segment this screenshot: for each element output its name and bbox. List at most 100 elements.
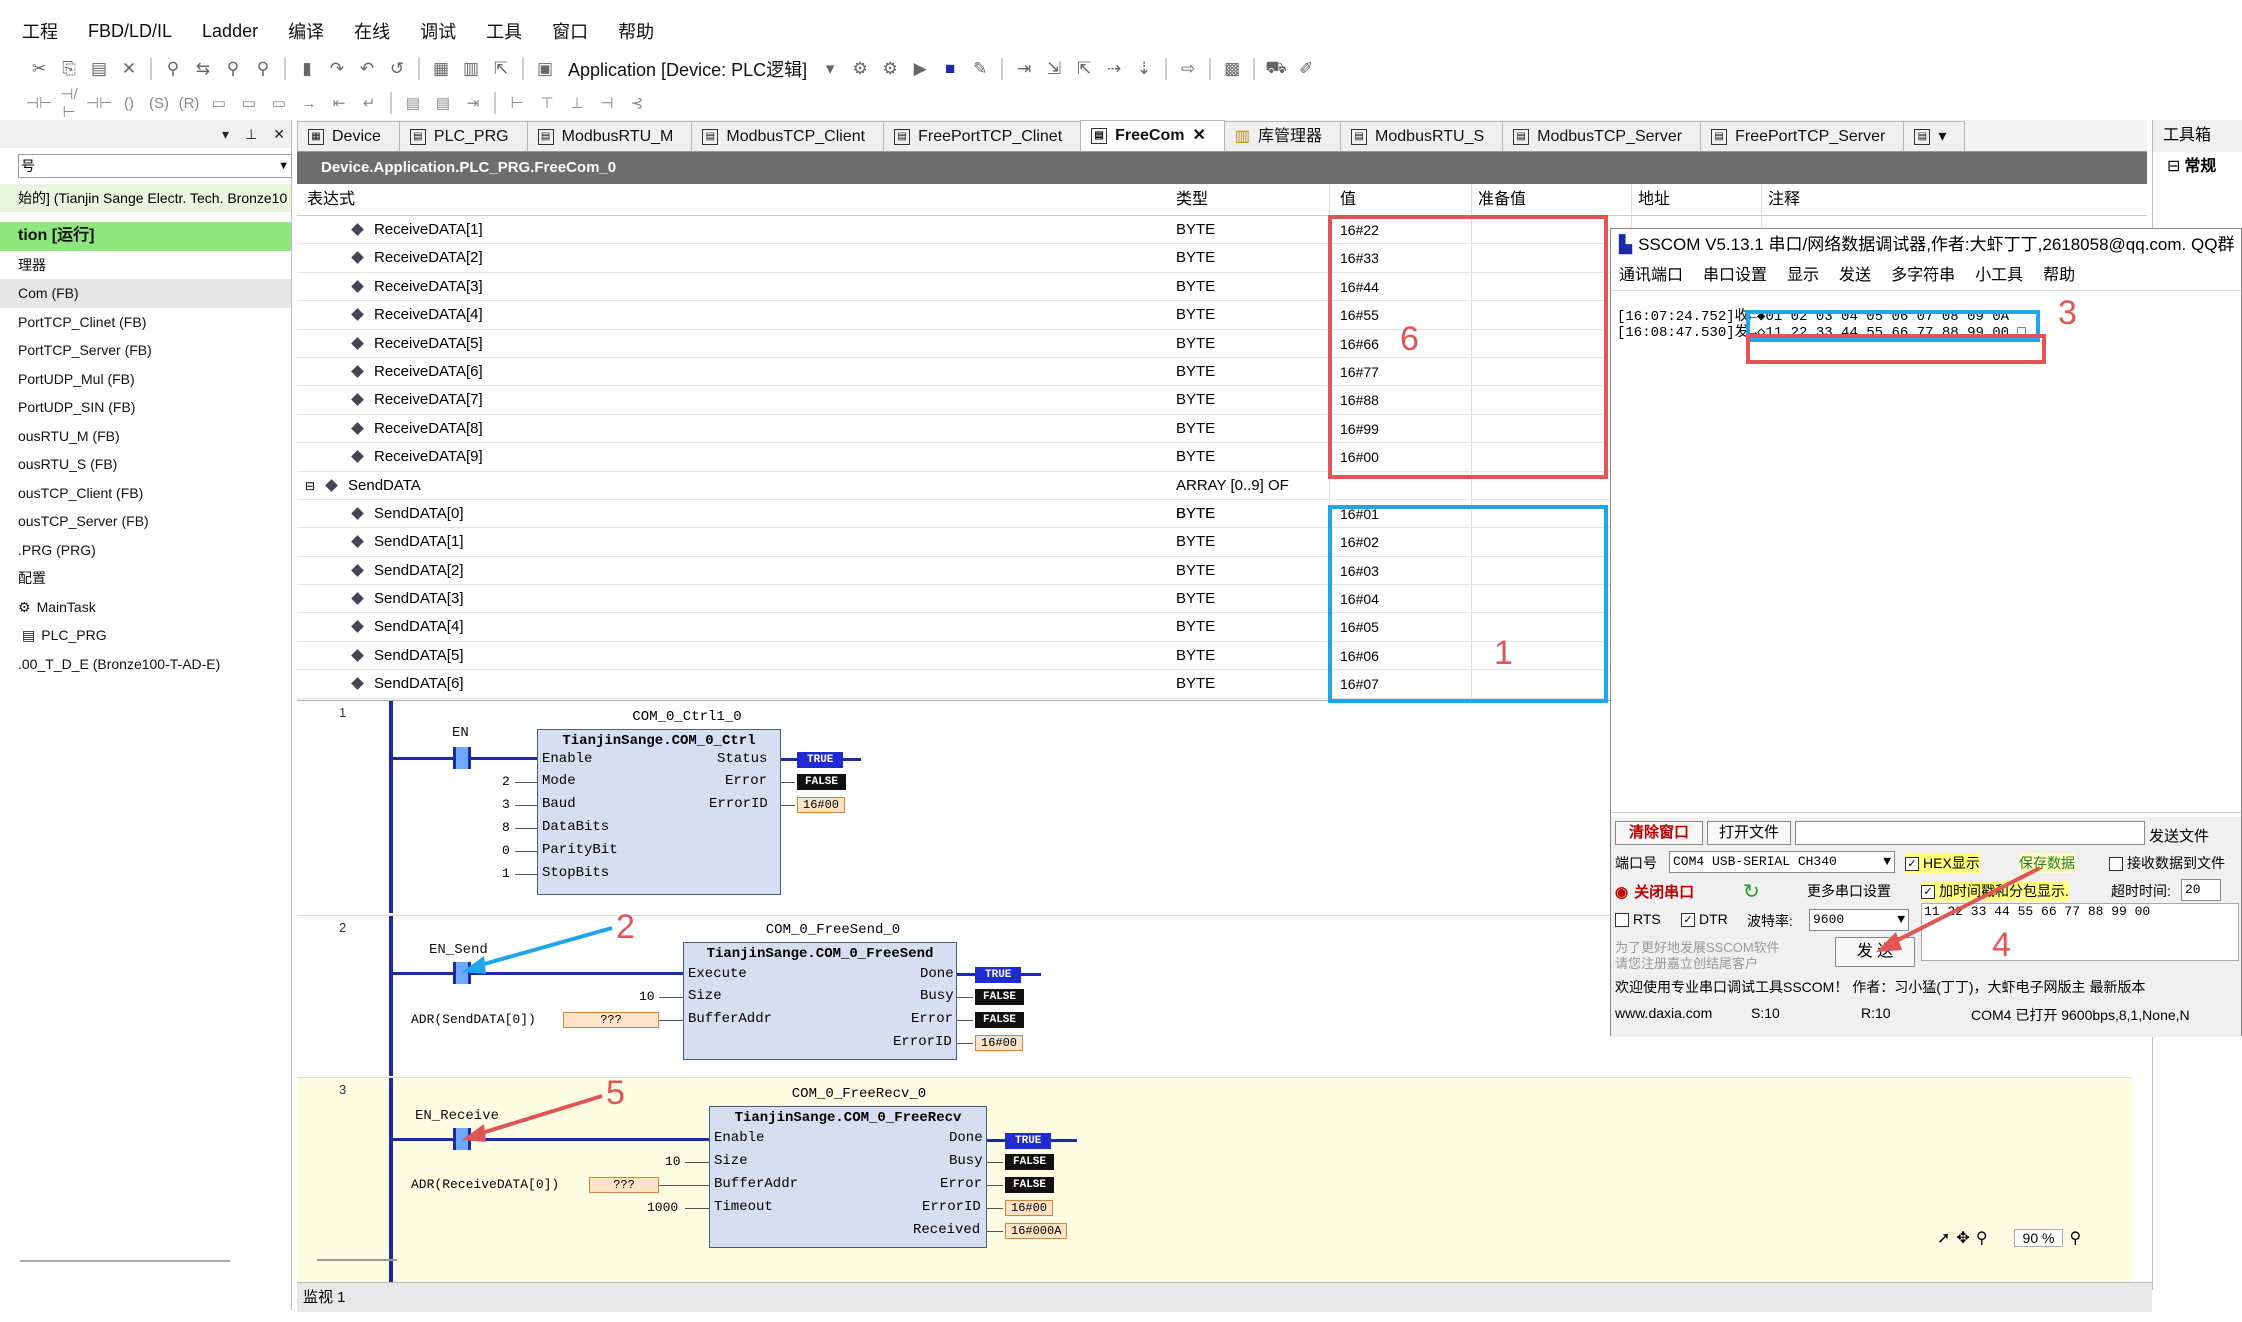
menu-help[interactable]: 帮助 [618, 18, 654, 44]
site-link[interactable]: www.daxia.com [1615, 1005, 1712, 1021]
tab-modbustcp-client[interactable]: ▤ ModbusTCP_Client [691, 121, 885, 151]
tree-item-freecom[interactable]: Com (FB) [0, 279, 291, 308]
insert-box-icon[interactable]: ▭ [206, 94, 232, 112]
device-node[interactable]: 始的] (Tianjin Sange Electr. Tech. Bronze1… [0, 184, 291, 212]
col-address[interactable]: 地址 [1631, 184, 1761, 215]
dtr-checkbox[interactable]: ✓ DTR [1681, 911, 1728, 928]
close-port-button[interactable]: ◉ 关闭串口 [1615, 881, 1694, 902]
insert-assign-icon[interactable]: ▭ [266, 94, 292, 112]
paste-icon[interactable]: ▤ [86, 59, 112, 79]
current-statement-icon[interactable]: ⇣ [1131, 59, 1157, 79]
insert-contact-icon[interactable]: ⊣⊢ [26, 94, 52, 112]
tree-item-plc-prg-call[interactable]: ▤ PLC_PRG [0, 621, 291, 650]
find-icon[interactable]: ⚲ [160, 59, 186, 79]
col-value[interactable]: 值 [1329, 184, 1471, 215]
pin-icon[interactable]: ⊥ [245, 126, 257, 143]
baud-select[interactable]: 9600 ▼ [1809, 909, 1909, 931]
bookmark-next-icon[interactable]: ↷ [324, 59, 350, 79]
rts-checkbox[interactable]: RTS [1615, 911, 1661, 928]
fb-input-expression[interactable]: ADR(SendDATA[0]) [411, 1012, 536, 1027]
tab-library-manager[interactable]: ▥ 库管理器 [1223, 121, 1342, 151]
menu-comm-port[interactable]: 通讯端口 [1619, 261, 1683, 290]
tree-item-task-config[interactable]: 配置 [0, 564, 291, 593]
tree-item-application[interactable]: tion [运行] [0, 222, 291, 251]
insert-negated-contact-icon[interactable]: ⊣/⊢ [56, 85, 82, 121]
fb-input-value[interactable]: 8 [502, 820, 510, 835]
tab-freecom[interactable]: ▤ FreeCom ✕ [1080, 120, 1225, 151]
calendar-icon[interactable]: ▣ [532, 59, 558, 79]
pan-icon[interactable]: ✥ [1956, 1228, 1969, 1248]
network-3[interactable]: 3 EN_Receive COM_0_FreeRecv_0 TianjinSan… [297, 1077, 2132, 1284]
close-icon[interactable]: ✕ [1193, 121, 1206, 151]
menu-serial-settings[interactable]: 串口设置 [1703, 261, 1767, 290]
menu-online[interactable]: 在线 [354, 18, 390, 44]
close-icon[interactable]: ✕ [273, 126, 285, 143]
menu-build[interactable]: 编译 [288, 18, 324, 44]
reset-icon[interactable]: ✎ [967, 59, 993, 79]
tree-item-plc-prg[interactable]: .PRG (PRG) [0, 536, 291, 565]
clear-window-button[interactable]: 清除窗口 [1615, 821, 1703, 845]
bookmark-prev-icon[interactable]: ↶ [354, 59, 380, 79]
find-next-icon[interactable]: ⚲ [220, 59, 246, 79]
watch-tab[interactable]: 监视 1 [303, 1289, 346, 1306]
insert-jump-icon[interactable]: → [296, 95, 322, 112]
zoom-fit-icon[interactable]: ⚲ [2069, 1228, 2081, 1248]
set-branch-icon[interactable]: ⊣ [594, 94, 620, 112]
step-over-icon[interactable]: ⇥ [1011, 59, 1037, 79]
insert-network-below-icon[interactable]: ▤ [430, 94, 456, 112]
tree-item[interactable]: ousTCP_Server (FB) [0, 507, 291, 536]
breakpoint-icon[interactable]: ⇢ [1101, 59, 1127, 79]
chevron-down-icon[interactable]: ▾ [222, 126, 229, 143]
negate-icon[interactable]: ⊰ [624, 94, 650, 112]
col-prepared[interactable]: 准备值 [1471, 184, 1631, 215]
col-comment[interactable]: 注释 [1761, 184, 2147, 215]
cut-icon[interactable]: ✂ [26, 59, 52, 79]
print-icon[interactable]: ▦ [428, 59, 454, 79]
layout-icon[interactable]: ▥ [458, 59, 484, 79]
tab-overflow[interactable]: ▤ ▾ [1903, 121, 1966, 152]
tab-freeporttcp-server[interactable]: ▤ FreePortTCP_Server [1700, 121, 1905, 151]
save-data-button[interactable]: 保存数据 [2019, 853, 2075, 873]
send-text-input[interactable]: 11 22 33 44 55 66 77 88 99 00 [1921, 903, 2239, 961]
logout-icon[interactable]: ⚙ [877, 59, 903, 79]
receive-area[interactable]: [16:07:24.752]收←◆01 02 03 04 05 06 07 08… [1611, 295, 2241, 813]
chevron-down-icon[interactable]: ▾ [1938, 122, 1946, 152]
recv-to-file-checkbox[interactable]: 接收数据到文件 [2109, 853, 2225, 873]
insert-label-icon[interactable]: ↵ [356, 94, 382, 112]
insert-parallel-contact-icon[interactable]: ⊣⊢ [86, 94, 112, 112]
toolbox-section-general[interactable]: ⊟ 常规 [2153, 152, 2242, 182]
edit-icon[interactable]: ✐ [1293, 59, 1319, 79]
file-path-field[interactable] [1795, 821, 2145, 845]
find-prev-icon[interactable]: ⚲ [250, 59, 276, 79]
insert-coil-icon[interactable]: () [116, 95, 142, 112]
delete-icon[interactable]: ✕ [116, 59, 142, 79]
insert-branch-start-icon[interactable]: ⊤ [534, 94, 560, 112]
bookmark-icon[interactable]: ▮ [294, 59, 320, 79]
menu-tools[interactable]: 小工具 [1975, 261, 2023, 290]
insert-reset-coil-icon[interactable]: (R) [176, 95, 202, 112]
insert-set-coil-icon[interactable]: (S) [146, 95, 172, 112]
step-out-icon[interactable]: ⇱ [1071, 59, 1097, 79]
stop-icon[interactable]: ■ [937, 59, 963, 79]
menu-ladder[interactable]: Ladder [202, 21, 258, 42]
send-file-button[interactable]: 发送文件 [2149, 825, 2209, 846]
insert-network-icon[interactable]: ▤ [400, 94, 426, 112]
scrollbar-track[interactable] [20, 1260, 230, 1262]
fb-input-value[interactable]: 2 [502, 774, 510, 789]
login-icon[interactable]: ⚙ [847, 59, 873, 79]
tree-item[interactable]: ousRTU_S (FB) [0, 450, 291, 479]
contact-en[interactable] [453, 747, 471, 769]
tab-modbusrtu-m[interactable]: ▤ ModbusRTU_M [526, 121, 693, 151]
insert-box-en-icon[interactable]: ▭ [236, 94, 262, 112]
fb-input-value[interactable]: 1 [502, 866, 510, 881]
export-icon[interactable]: ⇱ [488, 59, 514, 79]
copy-icon[interactable]: ⎘ [56, 59, 82, 79]
active-application-selector[interactable]: Application [Device: PLC逻辑] [562, 56, 813, 82]
menu-debug[interactable]: 调试 [420, 18, 456, 44]
tab-freeporttcp-clinet[interactable]: ▤ FreePortTCP_Clinet [883, 121, 1082, 151]
fb-input-value[interactable]: 0 [502, 843, 510, 858]
hex-display-checkbox[interactable]: ✓ HEX显示 [1905, 853, 1980, 873]
tab-modbusrtu-s[interactable]: ▤ ModbusRTU_S [1340, 121, 1504, 151]
tree-item-library-manager[interactable]: 理器 [0, 251, 291, 280]
menu-fbd[interactable]: FBD/LD/IL [88, 21, 172, 42]
